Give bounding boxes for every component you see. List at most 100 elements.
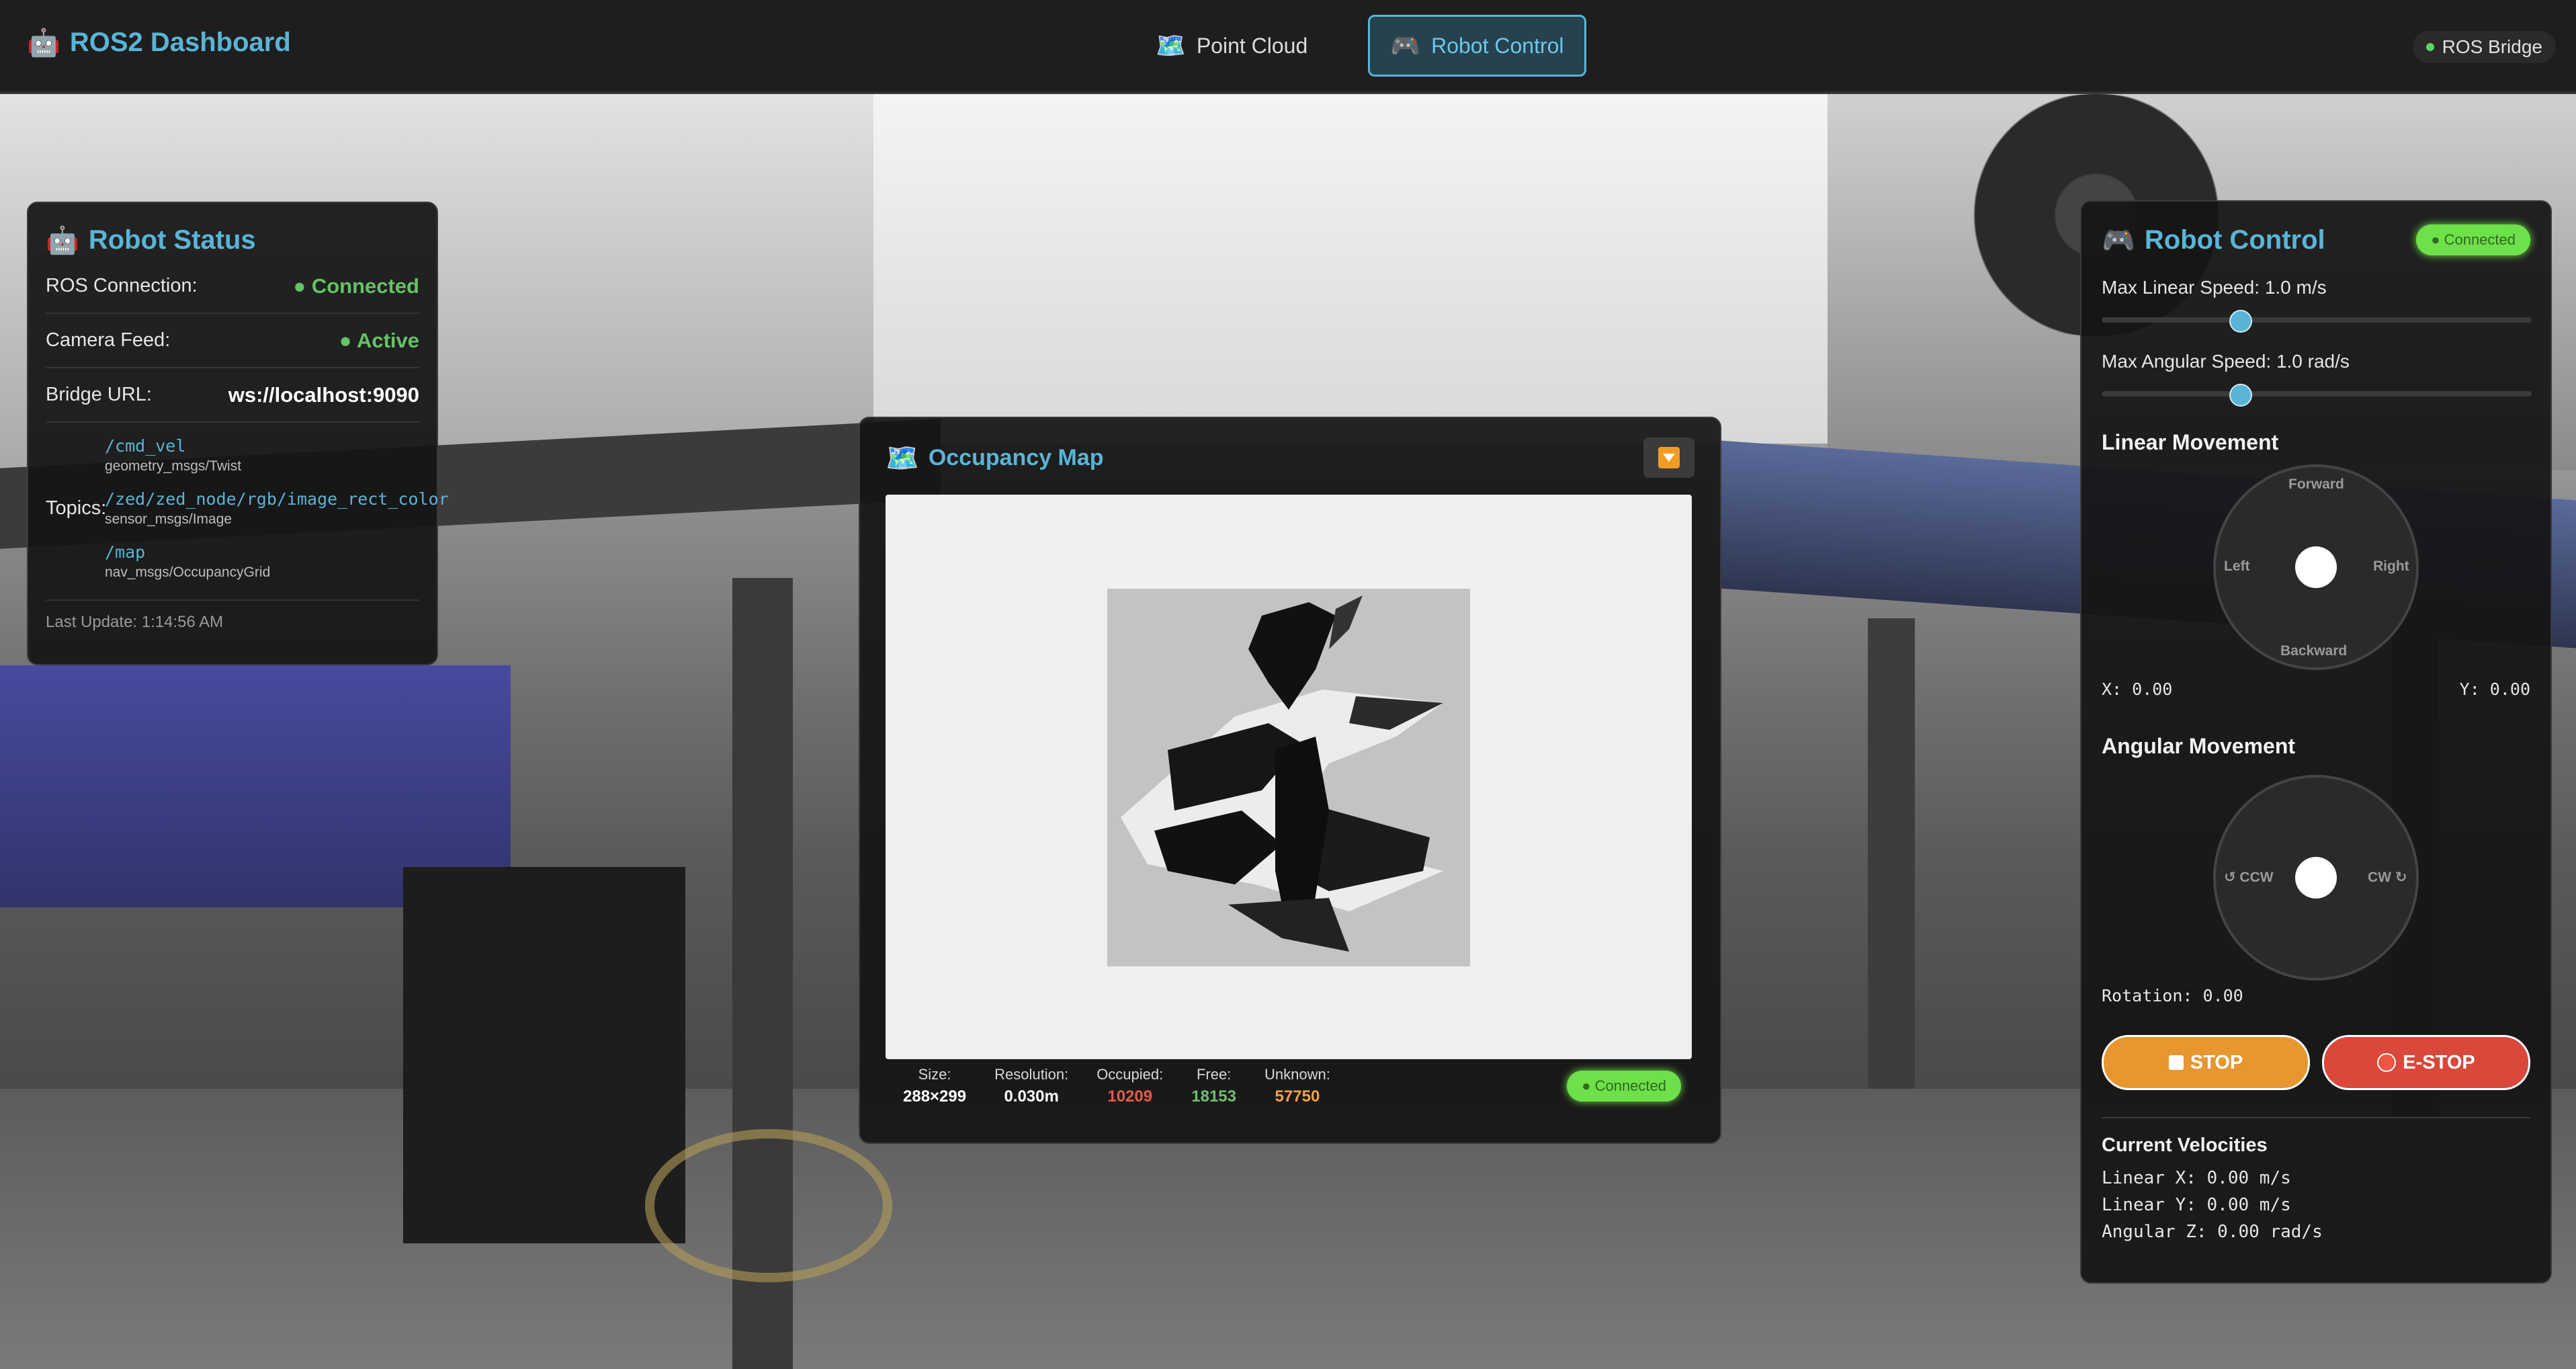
gamepad-icon: 🎮 xyxy=(2102,225,2135,255)
slider-thumb[interactable] xyxy=(2229,384,2252,407)
current-velocities-title: Current Velocities xyxy=(2102,1134,2268,1156)
velocity-line: Linear Y: 0.00 m/s xyxy=(2102,1195,2291,1215)
stat-value: 10209 xyxy=(1107,1087,1153,1106)
status-value: ● Active xyxy=(339,328,419,352)
stop-button-label: STOP xyxy=(2190,1051,2243,1073)
tab-label: Point Cloud xyxy=(1196,33,1308,58)
joystick-label-ccw: ↺ CCW xyxy=(2224,870,2274,885)
stat-label: Size: xyxy=(918,1066,951,1083)
chevron-down-icon xyxy=(1658,447,1680,468)
estop-button-label: E-STOP xyxy=(2403,1051,2475,1073)
stat-label: Occupied: xyxy=(1097,1066,1164,1083)
velocity-line: Angular Z: 0.00 rad/s xyxy=(2102,1222,2323,1242)
section-divider xyxy=(2102,1117,2530,1118)
x-readout: X: 0.00 xyxy=(2102,679,2173,699)
stat-value: 57750 xyxy=(1275,1087,1320,1106)
tab-robot-control[interactable]: 🎮 Robot Control xyxy=(1368,15,1586,77)
stop-buttons: STOP E-STOP xyxy=(2102,1035,2530,1090)
robot-control-title: 🎮 Robot Control xyxy=(2102,224,2325,256)
status-value: ws://localhost:9090 xyxy=(228,382,419,407)
velocities-list: Linear X: 0.00 m/s Linear Y: 0.00 m/s An… xyxy=(2102,1165,2530,1245)
occupancy-map-panel: 🗺️ Occupancy Map Size: 288×299 Resolutio… xyxy=(859,417,1721,1144)
topics-section: Topics: /cmd_vel geometry_msgs/Twist /ze… xyxy=(46,423,449,601)
max-linear-speed-label: Max Linear Speed: 1.0 m/s xyxy=(2102,277,2327,298)
camera-cable-coil xyxy=(645,1129,892,1282)
stat-size: Size: 288×299 xyxy=(903,1066,966,1106)
camera-table-leg xyxy=(1868,618,1915,1089)
status-row-ros-connection: ROS Connection: ● Connected xyxy=(46,259,419,314)
joystick-label-forward: Forward xyxy=(2288,476,2344,492)
map-connection-badge: ● Connected xyxy=(1567,1071,1681,1102)
camera-wall-center xyxy=(873,94,1828,444)
status-row-camera-feed: Camera Feed: ● Active xyxy=(46,314,419,368)
stat-label: Free: xyxy=(1196,1066,1232,1083)
tab-label: Robot Control xyxy=(1431,33,1564,58)
gamepad-icon: 🎮 xyxy=(1390,32,1421,59)
stat-resolution: Resolution: 0.030m xyxy=(994,1066,1068,1106)
map-title: 🗺️ Occupancy Map xyxy=(886,442,1104,474)
status-dot-icon xyxy=(2425,43,2434,51)
robot-control-title-text: Robot Control xyxy=(2144,224,2325,255)
joystick-knob[interactable] xyxy=(2295,857,2337,899)
map-canvas[interactable] xyxy=(886,495,1692,1059)
status-label: ROS Connection: xyxy=(46,275,198,296)
red-circle-icon xyxy=(2377,1053,2397,1072)
rotation-readout: Rotation: 0.00 xyxy=(2102,986,2243,1005)
angular-movement-title: Angular Movement xyxy=(2102,734,2296,758)
joystick-label-left: Left xyxy=(2224,558,2250,574)
topic-item: /cmd_vel geometry_msgs/Twist xyxy=(105,436,449,474)
velocity-line: Linear X: 0.00 m/s xyxy=(2102,1168,2291,1188)
map-stats-bar: Size: 288×299 Resolution: 0.030m Occupie… xyxy=(886,1066,1694,1106)
status-row-bridge-url: Bridge URL: ws://localhost:9090 xyxy=(46,368,419,423)
status-value: ● Connected xyxy=(293,274,419,298)
joystick-label-cw: CW ↻ xyxy=(2368,870,2407,885)
joystick-knob[interactable] xyxy=(2295,546,2337,588)
map-collapse-button[interactable] xyxy=(1643,438,1694,478)
max-linear-speed-slider[interactable] xyxy=(2102,310,2532,333)
control-header: 🎮 Robot Control ● Connected xyxy=(2102,219,2530,261)
robot-status-title-text: Robot Status xyxy=(88,224,256,255)
stat-unknown: Unknown: 57750 xyxy=(1264,1066,1330,1106)
robot-icon: 🤖 xyxy=(46,225,79,255)
map-title-text: Occupancy Map xyxy=(928,444,1104,470)
stat-value: 0.030m xyxy=(1004,1087,1059,1106)
max-angular-speed-label: Max Angular Speed: 1.0 rad/s xyxy=(2102,351,2350,372)
tab-point-cloud[interactable]: 🗺️ Point Cloud xyxy=(1135,15,1328,77)
slider-thumb[interactable] xyxy=(2229,310,2252,333)
topic-type: nav_msgs/OccupancyGrid xyxy=(105,565,271,580)
joystick-label-right: Right xyxy=(2373,558,2409,574)
stat-value: 288×299 xyxy=(903,1087,967,1106)
estop-button[interactable]: E-STOP xyxy=(2322,1035,2530,1090)
max-angular-speed-slider[interactable] xyxy=(2102,384,2532,407)
control-connection-badge: ● Connected xyxy=(2416,224,2530,255)
control-connection-text: ● Connected xyxy=(2431,231,2516,248)
map-connection-text: ● Connected xyxy=(1582,1077,1666,1094)
last-update-text: Last Update: 1:14:56 AM xyxy=(46,613,224,631)
topic-name: /zed/zed_node/rgb/image_rect_color xyxy=(105,489,449,509)
status-label: Bridge URL: xyxy=(46,384,152,405)
linear-joystick[interactable]: Forward Backward Left Right xyxy=(2213,464,2419,670)
ros-bridge-badge: ROS Bridge xyxy=(2412,31,2556,63)
app-title: ROS2 Dashboard xyxy=(69,28,291,57)
top-bar: 🤖 ROS2 Dashboard 🗺️ Point Cloud 🎮 Robot … xyxy=(0,0,2576,93)
topic-name: /cmd_vel xyxy=(105,436,186,456)
y-readout: Y: 0.00 xyxy=(2459,679,2530,699)
topic-item: /map nav_msgs/OccupancyGrid xyxy=(105,542,449,581)
topic-name: /map xyxy=(105,542,146,562)
stat-label: Resolution: xyxy=(994,1066,1069,1083)
topic-list: /cmd_vel geometry_msgs/Twist /zed/zed_no… xyxy=(105,436,449,581)
robot-status-panel: 🤖 Robot Status ROS Connection: ● Connect… xyxy=(27,202,449,665)
app-brand[interactable]: 🤖 ROS2 Dashboard xyxy=(27,27,291,58)
status-label: Camera Feed: xyxy=(46,329,171,351)
ros-bridge-label: ROS Bridge xyxy=(2442,36,2542,57)
stop-button[interactable]: STOP xyxy=(2102,1035,2310,1090)
main-nav: 🗺️ Point Cloud 🎮 Robot Control xyxy=(1135,15,1586,77)
stop-square-icon xyxy=(2168,1055,2184,1070)
stat-free: Free: 18153 xyxy=(1191,1066,1236,1106)
topic-type: geometry_msgs/Twist xyxy=(105,458,242,474)
rotation-readout-row: Rotation: 0.00 xyxy=(2102,986,2530,1005)
angular-joystick[interactable]: ↺ CCW CW ↻ xyxy=(2213,775,2419,981)
camera-cabinet xyxy=(403,867,685,1243)
robot-control-panel: 🎮 Robot Control ● Connected Max Linear S… xyxy=(2080,200,2552,1284)
occupancy-grid-image xyxy=(1107,589,1470,966)
